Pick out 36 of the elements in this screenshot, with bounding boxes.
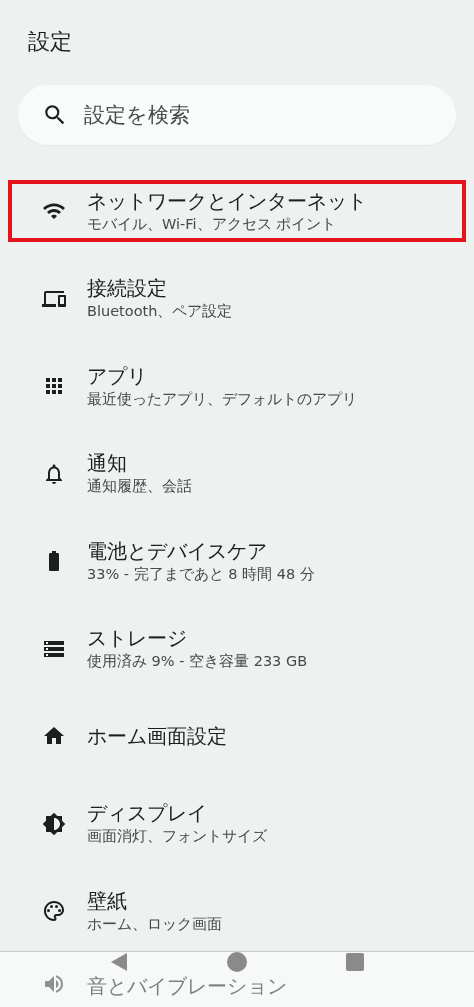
settings-item[interactable]: アプリ 最近使ったアプリ、デフォルトのアプリ [8, 355, 466, 417]
item-subtitle: 最近使ったアプリ、デフォルトのアプリ [87, 389, 357, 409]
item-title: ネットワークとインターネット [87, 188, 367, 214]
item-subtitle: ホーム、ロック画面 [87, 914, 222, 934]
item-title: 接続設定 [87, 276, 168, 301]
item-subtitle: 33% - 完了まであと 8 時間 48 分 [87, 564, 315, 584]
item-title: ホーム画面設定 [87, 723, 227, 749]
settings-item[interactable]: 接続設定 Bluetooth、ペア設定 [8, 267, 466, 330]
item-subtitle: Bluetooth、ペア設定 [87, 302, 233, 321]
settings-item[interactable]: ディスプレイ 画面消灯、フォントサイズ [8, 792, 466, 855]
item-title: 通知 [87, 451, 128, 476]
home-circle-icon[interactable] [227, 952, 247, 972]
recents-icon[interactable] [346, 953, 365, 971]
settings-item[interactable]: 電池とデバイスケア 33% - 完了まであと 8 時間 48 分 [8, 530, 466, 592]
settings-item[interactable]: ストレージ 使用済み 9% - 空き容量 233 GB [8, 617, 466, 680]
search-input[interactable]: 設定を検索 [82, 102, 386, 128]
settings-item[interactable]: ネットワークとインターネット モバイル、Wi-Fi、アクセス ポイント [8, 180, 466, 242]
settings-item[interactable]: 通知 通知履歴、会話 [8, 442, 466, 505]
settings-item[interactable]: 音とバイブレーション [8, 967, 466, 1007]
item-title: 音とバイブレーション [87, 973, 287, 999]
item-title: ストレージ [87, 626, 188, 651]
item-title: 電池とデバイスケア [87, 538, 268, 564]
palette-icon [42, 899, 66, 923]
item-title: ディスプレイ [87, 801, 208, 826]
item-title: アプリ [87, 363, 148, 389]
page-title: 設定 [27, 28, 73, 56]
brightness-icon [42, 811, 66, 836]
item-subtitle: 使用済み 9% - 空き容量 233 GB [87, 652, 308, 671]
item-subtitle: 画面消灯、フォントサイズ [87, 827, 267, 846]
search-field[interactable]: 設定を検索 [18, 85, 456, 145]
settings-item[interactable]: 壁紙 ホーム、ロック画面 [8, 880, 466, 942]
item-title: 壁紙 [87, 888, 128, 914]
settings-item[interactable]: ホーム画面設定 [8, 705, 466, 767]
back-icon[interactable] [109, 952, 128, 972]
item-subtitle: 通知履歴、会話 [87, 477, 192, 496]
item-subtitle: モバイル、Wi-Fi、アクセス ポイント [87, 214, 338, 234]
